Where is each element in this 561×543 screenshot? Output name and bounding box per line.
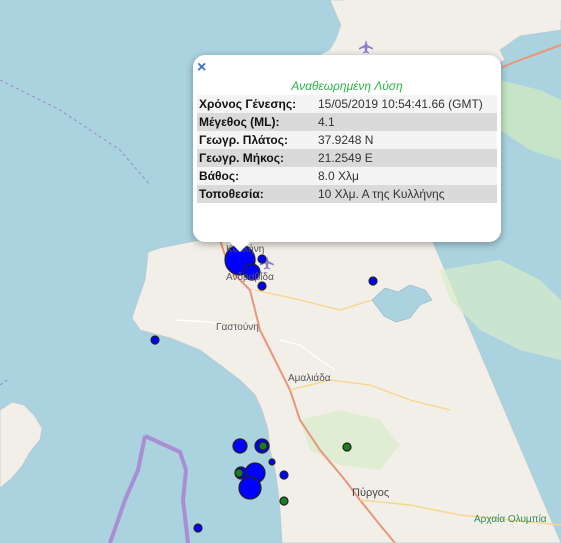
latitude-label: Γεωγρ. Πλάτος: (199, 133, 288, 147)
quake-marker[interactable] (257, 281, 267, 291)
quake-marker[interactable] (232, 438, 248, 454)
table-row: Χρόνος Γένεσης: 15/05/2019 10:54:41.66 (… (197, 95, 497, 113)
quake-marker[interactable] (342, 442, 352, 452)
popup-tip (230, 242, 250, 252)
place-label-pyrgos: Πύργος (352, 487, 390, 499)
magnitude-label: Μέγεθος (ML): (199, 115, 280, 129)
place-label-olympia: Αρχαία Ολυμπία (474, 514, 547, 525)
quake-marker[interactable] (238, 476, 262, 500)
close-icon[interactable]: × (197, 58, 206, 78)
table-row: Γεωγρ. Μήκος: 21.2549 E (197, 149, 497, 167)
quake-marker[interactable] (257, 254, 267, 264)
quake-marker[interactable] (193, 523, 203, 533)
popup-title: Αναθεωρημένη Λύση (291, 79, 403, 93)
quake-marker[interactable] (279, 496, 289, 506)
table-row: Βάθος: 8.0 Χλμ (197, 167, 497, 185)
table-row: Τοποθεσία: 10 Χλμ. Α της Κυλλήνης (197, 185, 497, 203)
location-label: Τοποθεσία: (199, 187, 264, 201)
quake-marker[interactable] (268, 458, 276, 466)
earthquake-details-table: Χρόνος Γένεσης: 15/05/2019 10:54:41.66 (… (197, 95, 497, 203)
quake-marker[interactable] (279, 470, 289, 480)
depth-label: Βάθος: (199, 169, 240, 183)
place-label-amaliada: Αμαλιάδα (288, 373, 331, 384)
magnitude-value: 4.1 (318, 115, 335, 129)
quake-marker[interactable] (150, 335, 160, 345)
quake-marker[interactable] (234, 468, 244, 478)
table-row: Μέγεθος (ML): 4.1 (197, 113, 497, 131)
earthquake-info-popup: × Αναθεωρημένη Λύση Χρόνος Γένεσης: 15/0… (193, 55, 501, 252)
location-value: 10 Χλμ. Α της Κυλλήνης (318, 187, 445, 201)
quake-marker[interactable] (368, 276, 378, 286)
origin-time-value: 15/05/2019 10:54:41.66 (GMT) (318, 97, 483, 111)
table-row: Γεωγρ. Πλάτος: 37.9248 N (197, 131, 497, 149)
origin-time-label: Χρόνος Γένεσης: (199, 97, 297, 111)
longitude-value: 21.2549 E (318, 151, 373, 165)
latitude-value: 37.9248 N (318, 133, 374, 147)
place-label-andravida: Ανδραβίδα (226, 272, 274, 283)
quake-marker[interactable] (258, 441, 268, 451)
depth-value: 8.0 Χλμ (318, 169, 359, 183)
longitude-label: Γεωγρ. Μήκος: (199, 151, 284, 165)
place-label-gastouni: Γαστούνη (216, 322, 259, 333)
